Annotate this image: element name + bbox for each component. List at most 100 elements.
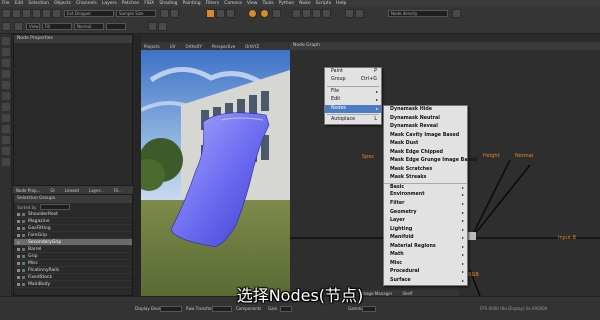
menu-help[interactable]: Help [336, 1, 346, 6]
wireframe-icon[interactable] [292, 9, 301, 18]
move-tool-icon[interactable] [12, 9, 21, 18]
viewport-tab[interactable]: OrthYZ [245, 44, 259, 49]
submenu-item[interactable]: Filter ▸ [384, 200, 467, 209]
submenu-item[interactable]: Lighting ▸ [384, 226, 467, 235]
gradient-icon[interactable] [2, 114, 10, 122]
submenu-item[interactable]: Mask Edge Grunge Image Based [384, 157, 477, 166]
texture-icon[interactable] [302, 9, 311, 18]
menu-file[interactable]: File [2, 1, 10, 6]
select-rect-icon[interactable] [2, 147, 10, 155]
left-subtab[interactable]: Layer... [89, 188, 104, 193]
submenu-item[interactable]: Dynamask Reveal [384, 123, 467, 132]
submenu-item[interactable]: Layer ▸ [384, 217, 467, 226]
left-subtab[interactable]: Fil... [114, 188, 122, 193]
history-icon[interactable] [345, 9, 354, 18]
left-subtab[interactable]: Gl [50, 188, 54, 193]
brush-settings-icon[interactable] [148, 22, 157, 31]
viewport-tab[interactable]: OrthoXY [185, 44, 202, 49]
menu-painting[interactable]: Painting [183, 1, 201, 6]
color-bg-icon[interactable] [14, 22, 23, 31]
settings-icon[interactable] [452, 9, 461, 18]
viewport-tab[interactable]: UV [170, 44, 176, 49]
left-subtab[interactable]: Lineset [65, 188, 79, 193]
list-item[interactable]: FixedStock [14, 274, 132, 281]
fill-icon[interactable] [2, 103, 10, 111]
viewport-tab[interactable]: Projects [144, 44, 160, 49]
list-item[interactable]: PicatinnyRails [14, 267, 132, 274]
fill-field[interactable]: Fill [42, 23, 72, 30]
menu-tools[interactable]: Tools [263, 1, 274, 6]
light-icon[interactable] [260, 9, 269, 18]
pivot-icon[interactable] [170, 9, 179, 18]
select-tool-icon[interactable] [2, 9, 11, 18]
menu-layers[interactable]: Layers [102, 1, 117, 6]
submenu-item[interactable]: Math ▸ [384, 251, 467, 260]
submenu-item[interactable]: Mask Cavity Image Based [384, 132, 467, 141]
shader-icon[interactable] [272, 9, 281, 18]
rotate-tool-icon[interactable] [22, 9, 31, 18]
clone-icon[interactable] [2, 48, 10, 56]
preset-field[interactable]: Ext Dropper [64, 10, 114, 17]
menu-scripts[interactable]: Scripts [316, 1, 331, 6]
context-menu-item[interactable]: Nodes ▸ [325, 104, 381, 113]
menu-python[interactable]: Python [279, 1, 295, 6]
mask-icon[interactable] [312, 9, 321, 18]
submenu-item[interactable]: Geometry ▸ [384, 209, 467, 218]
blend-mode-field[interactable]: Normal [74, 23, 104, 30]
context-menu-item[interactable]: Edit ▸ [325, 96, 381, 104]
context-menu-item[interactable]: Paint P [325, 68, 381, 76]
list-item[interactable]: Grip [14, 253, 132, 260]
scale-tool-icon[interactable] [32, 9, 41, 18]
menu-nuke[interactable]: Nuke [299, 1, 310, 6]
text-icon[interactable] [2, 125, 10, 133]
menu-shading[interactable]: Shading [159, 1, 177, 6]
color-fg-icon[interactable] [2, 22, 11, 31]
menu-flbx[interactable]: FlBX [144, 1, 154, 6]
left-subtab[interactable]: Node Prop... [16, 188, 40, 193]
context-menu-item[interactable]: Group Ctrl+G [325, 76, 381, 84]
lasso-icon[interactable] [2, 158, 10, 166]
submenu-item[interactable]: Dynamask Neutral [384, 115, 467, 124]
display-device-dropdown[interactable] [160, 306, 182, 312]
list-item[interactable]: Misc [14, 260, 132, 267]
submenu-item[interactable]: Material Regions ▸ [384, 243, 467, 252]
camera-icon[interactable] [216, 9, 225, 18]
submenu-item[interactable]: Mask Edge Chipped [384, 149, 467, 158]
submenu-item[interactable]: Dynamask Hide [384, 106, 467, 115]
sort-dropdown[interactable] [40, 204, 71, 210]
submenu-item[interactable]: Procedural ▸ [384, 268, 467, 277]
gain-field[interactable] [280, 306, 292, 312]
submenu-item[interactable]: Environment ▸ [384, 191, 467, 200]
list-item[interactable]: ForeGrip [14, 232, 132, 239]
submenu-item[interactable]: Misc ▸ [384, 260, 467, 269]
list-item[interactable]: Magazine [14, 218, 132, 225]
grid-icon[interactable] [226, 9, 235, 18]
submenu-item[interactable]: Mask Dust [384, 140, 467, 149]
undo-icon[interactable] [355, 9, 364, 18]
menu-objects[interactable]: Objects [54, 1, 71, 6]
submenu-item[interactable]: Mask Scratches [384, 166, 467, 175]
dodge-icon[interactable] [2, 81, 10, 89]
stencil-icon[interactable] [158, 22, 167, 31]
paint-brush-icon[interactable] [2, 37, 10, 45]
context-menu-item[interactable]: Autoplace L [325, 116, 381, 124]
submenu-item[interactable]: Basic ▸ [384, 182, 467, 192]
node-density-field[interactable]: Node density [388, 10, 448, 17]
menu-edit[interactable]: Edit [15, 1, 24, 6]
menu-camera[interactable]: Camera [224, 1, 242, 6]
menu-filters[interactable]: Filters [206, 1, 220, 6]
submenu-item[interactable]: Mask Streaks [384, 174, 467, 183]
menu-patches[interactable]: Patches [122, 1, 139, 6]
transform-icon[interactable] [160, 9, 169, 18]
opacity-field[interactable] [106, 23, 126, 30]
brush-tool-icon[interactable] [42, 9, 51, 18]
layer-icon[interactable] [322, 9, 331, 18]
submenu-item[interactable]: Manifold ▸ [384, 234, 467, 243]
raw-transform-dropdown[interactable] [212, 306, 232, 312]
list-item[interactable]: SecondaryGrip [14, 239, 132, 246]
list-item[interactable]: ShoulderRest [14, 211, 132, 218]
list-item[interactable]: GasFitting [14, 225, 132, 232]
paint-mode-icon[interactable] [206, 9, 215, 18]
eyedropper-icon[interactable] [2, 136, 10, 144]
sample-size-field[interactable]: Sample Size [116, 10, 156, 17]
